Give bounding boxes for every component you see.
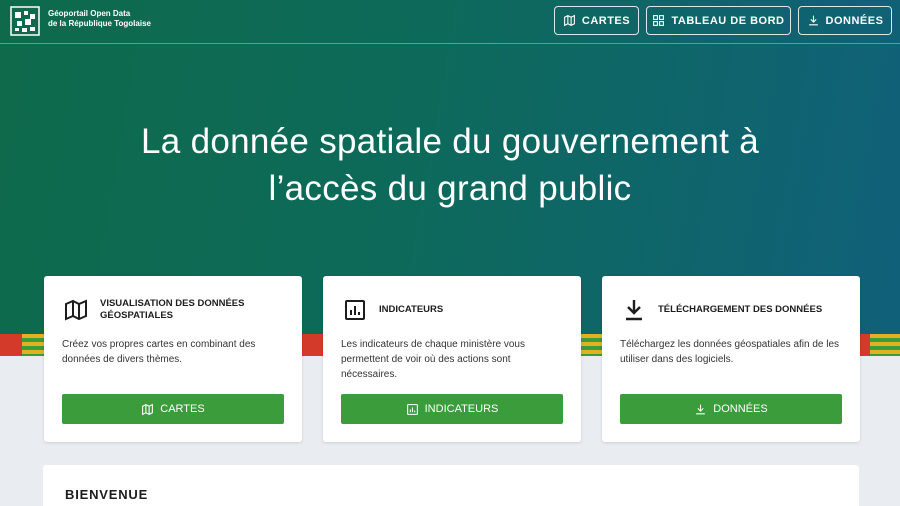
card-indicateurs: INDICATEURS Les indicateurs de chaque mi… — [323, 276, 581, 442]
card-title: VISUALISATION DES DONNÉES GÉOSPATIALES — [100, 298, 245, 321]
welcome-title: BIENVENUE — [65, 487, 149, 502]
nav-donnees-label: DONNÉES — [825, 14, 884, 27]
logo-icon[interactable] — [10, 6, 40, 36]
hero-title-line-2: l’accès du grand public — [268, 169, 632, 208]
chart-icon — [406, 403, 418, 415]
card-description: Créez vos propres cartes en combinant de… — [62, 339, 256, 365]
brand-line-1: Géoportail Open Data — [48, 9, 131, 18]
hero-title: La donnée spatiale du gouvernement à l’a… — [0, 118, 900, 212]
nav-tableau-de-bord-label: TABLEAU DE BORD — [671, 14, 785, 27]
chart-icon — [345, 300, 365, 320]
card-title: INDICATEURS — [379, 304, 444, 315]
indicateurs-button[interactable]: INDICATEURS — [341, 394, 563, 424]
hero-title-line-1: La donnée spatiale du gouvernement à — [141, 122, 759, 161]
card-title: TÉLÉCHARGEMENT DES DONNÉES — [658, 304, 823, 315]
brand-name[interactable]: Géoportail Open Data de la République To… — [48, 9, 188, 29]
map-icon — [563, 14, 575, 27]
card-visualisation: VISUALISATION DES DONNÉES GÉOSPATIALES C… — [44, 276, 302, 442]
welcome-section: BIENVENUE — [43, 465, 859, 506]
cartes-button-label: CARTES — [160, 403, 205, 415]
card-telechargement: TÉLÉCHARGEMENT DES DONNÉES Téléchargez l… — [602, 276, 860, 442]
map-icon — [142, 403, 154, 415]
card-description: Téléchargez les données géospatiales afi… — [620, 339, 840, 365]
nav-cartes-label: CARTES — [581, 14, 631, 27]
donnees-button-label: DONNÉES — [713, 403, 768, 415]
nav-tableau-de-bord-button[interactable]: TABLEAU DE BORD — [646, 6, 791, 35]
download-icon — [808, 15, 818, 26]
nav-cartes-button[interactable]: CARTES — [554, 6, 639, 35]
donnees-button[interactable]: DONNÉES — [620, 394, 842, 424]
cartes-button[interactable]: CARTES — [62, 394, 284, 424]
dashboard-icon — [653, 15, 665, 26]
brand-line-2: de la République Togolaise — [48, 19, 151, 28]
download-icon — [696, 404, 706, 414]
card-description: Les indicateurs de chaque ministère vous… — [341, 339, 525, 380]
indicateurs-button-label: INDICATEURS — [424, 403, 499, 415]
top-header: Géoportail Open Data de la République To… — [0, 0, 900, 44]
map-icon — [65, 299, 87, 321]
download-icon — [626, 300, 642, 321]
nav-donnees-button[interactable]: DONNÉES — [798, 6, 892, 35]
